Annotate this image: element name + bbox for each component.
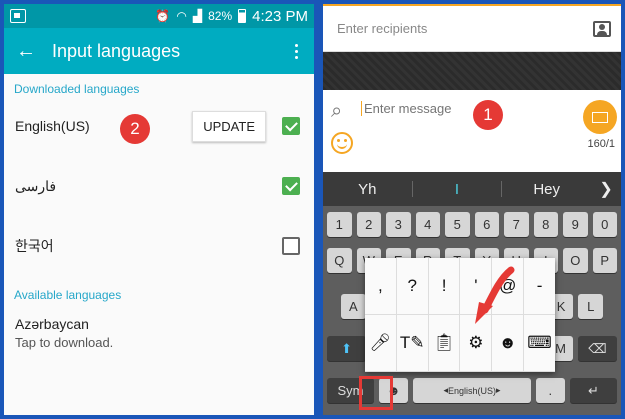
available-languages-header: Available languages [14, 288, 122, 302]
korean-checkbox[interactable] [282, 237, 300, 255]
app-bar: ← Input languages [4, 28, 314, 74]
key[interactable]: 4 [415, 212, 440, 237]
symbol-row: , ? ! ' @ - [365, 258, 555, 315]
symbol-key[interactable]: - [524, 258, 555, 315]
compose-bar: ⌕ 160/1 1 [323, 90, 621, 168]
signal-icon: ▟ [192, 9, 203, 23]
backspace-key[interactable]: ⌫ [577, 336, 618, 361]
key[interactable]: 6 [474, 212, 499, 237]
keyboard-icon[interactable]: ⌨ [524, 315, 555, 372]
step-badge-2: 2 [120, 114, 150, 144]
key[interactable]: 5 [445, 212, 470, 237]
key[interactable]: 9 [563, 212, 588, 237]
input-languages-screen: ⏰ ◠ ▟ 82% 4:23 PM ← Input languages Down… [4, 4, 314, 415]
key[interactable]: Q [327, 248, 352, 273]
suggestion[interactable]: I [413, 181, 502, 198]
punctuation-key[interactable]: . [535, 378, 566, 403]
key[interactable]: 1 [327, 212, 352, 237]
suggestion-bar: Yh I Hey ❯ [323, 172, 621, 206]
recipients-bar: Enter recipients [323, 4, 621, 52]
notification-icon [10, 9, 26, 23]
step-badge-1: 1 [473, 100, 503, 130]
tool-row: 🎤︎ T✎ 📋︎ ⚙ ☻ ⌨ [365, 315, 555, 372]
highlight-box [359, 376, 393, 410]
space-key[interactable]: ◂ English(US) ▸ [413, 378, 531, 403]
page-title: Input languages [52, 40, 181, 61]
recipients-input[interactable]: Enter recipients [337, 21, 427, 36]
farsi-checkbox[interactable] [282, 177, 300, 195]
annotation-arrow-icon [475, 266, 515, 324]
suggestion[interactable]: Hey [502, 181, 591, 198]
microphone-icon[interactable]: 🎤︎ [365, 315, 397, 372]
key[interactable]: L [578, 294, 604, 319]
character-counter: 160/1 [587, 138, 615, 150]
conversation-area [323, 52, 621, 90]
clipboard-icon[interactable]: 📋︎ [428, 315, 461, 372]
alarm-icon: ⏰ [155, 9, 171, 23]
language-name: Azərbaycan [15, 316, 89, 332]
key[interactable]: O [563, 248, 588, 273]
envelope-icon [592, 111, 608, 123]
language-row-azerbaijani[interactable]: Azərbaycan Tap to download. [4, 302, 314, 350]
key[interactable]: 3 [386, 212, 411, 237]
language-row-english[interactable]: English(US) UPDATE [4, 96, 314, 156]
language-row-korean[interactable]: 한국어 [4, 216, 314, 276]
symbol-key[interactable]: ! [428, 258, 461, 315]
key[interactable]: P [592, 248, 617, 273]
enter-key[interactable]: ↵ [570, 378, 617, 403]
screenshot-root: ⏰ ◠ ▟ 82% 4:23 PM ← Input languages Down… [0, 0, 625, 419]
messaging-screen: Enter recipients ⌕ 160/1 1 Yh I Hey ❯ 1 [323, 4, 621, 415]
symbol-key[interactable]: ? [396, 258, 429, 315]
back-arrow-icon[interactable]: ← [16, 40, 44, 63]
language-name: English(US) [15, 118, 90, 134]
symbol-key[interactable]: , [365, 258, 397, 315]
language-name: فارسی [15, 177, 57, 194]
contact-icon[interactable] [593, 20, 611, 37]
battery-icon [238, 9, 247, 23]
key[interactable]: A [341, 294, 366, 319]
message-input[interactable] [361, 101, 481, 116]
chevron-right-icon[interactable]: ❯ [591, 179, 621, 199]
key[interactable]: 2 [356, 212, 381, 237]
english-checkbox[interactable] [282, 117, 300, 135]
shift-key[interactable]: ⬆ [327, 336, 367, 361]
emoji-icon[interactable] [331, 132, 353, 154]
key[interactable]: 0 [592, 212, 617, 237]
download-hint: Tap to download. [15, 335, 114, 350]
key[interactable]: 7 [504, 212, 529, 237]
handwriting-icon[interactable]: T✎ [396, 315, 429, 372]
update-button[interactable]: UPDATE [192, 110, 266, 142]
keyboard-options-popup: , ? ! ' @ - 🎤︎ T✎ 📋︎ ⚙ ☻ ⌨ [365, 258, 555, 372]
more-options-icon[interactable] [291, 40, 302, 63]
status-bar: ⏰ ◠ ▟ 82% 4:23 PM [4, 4, 314, 28]
clock: 4:23 PM [252, 7, 308, 25]
key[interactable]: 8 [533, 212, 558, 237]
number-row: 1 2 3 4 5 6 7 8 9 0 [327, 212, 617, 237]
language-name: 한국어 [15, 238, 54, 254]
language-row-farsi[interactable]: فارسی [4, 156, 314, 216]
downloaded-languages-header: Downloaded languages [14, 82, 140, 96]
attach-icon[interactable]: ⌕ [331, 100, 342, 123]
suggestion[interactable]: Yh [323, 181, 412, 198]
send-button[interactable] [583, 100, 617, 134]
battery-percent: 82% [208, 9, 233, 23]
wifi-icon: ◠ [176, 9, 187, 23]
